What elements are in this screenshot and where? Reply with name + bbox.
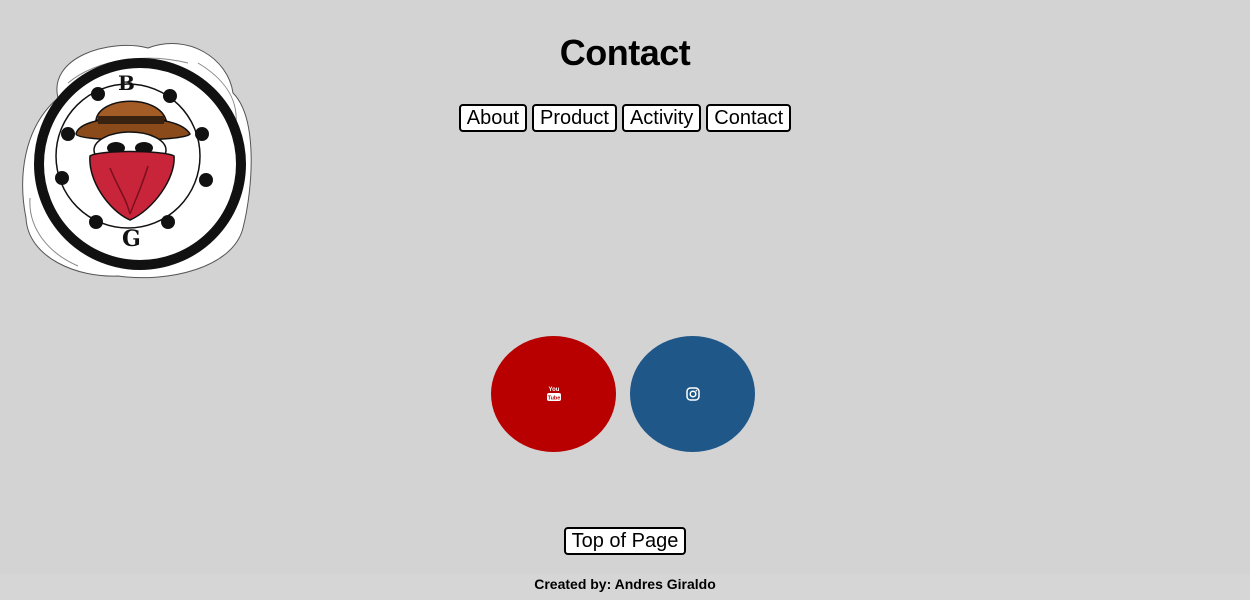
top-button-wrap: Top of Page — [0, 527, 1250, 555]
svg-text:G: G — [122, 226, 141, 252]
page: B G Contact About Product Activity Conta… — [0, 0, 1250, 600]
main-nav: About Product Activity Contact — [0, 104, 1250, 132]
page-title: Contact — [559, 32, 691, 73]
svg-text:You: You — [548, 387, 559, 393]
svg-text:Tube: Tube — [547, 396, 560, 402]
youtube-link[interactable]: You Tube — [491, 336, 616, 452]
top-of-page-button[interactable]: Top of Page — [563, 527, 687, 555]
instagram-link[interactable] — [630, 336, 755, 452]
nav-activity-button[interactable]: Activity — [621, 104, 702, 132]
logo: B G — [18, 38, 263, 280]
bandit-skull-logo-icon: B G — [22, 43, 252, 279]
nav-contact-button[interactable]: Contact — [706, 104, 792, 132]
youtube-icon: You Tube — [546, 387, 561, 402]
footer-credit: Created by: Andres Giraldo — [534, 576, 716, 592]
nav-about-button[interactable]: About — [458, 104, 528, 132]
footer: Created by: Andres Giraldo — [0, 574, 1250, 600]
instagram-icon — [685, 387, 700, 401]
nav-product-button[interactable]: Product — [532, 104, 617, 132]
svg-text:B: B — [118, 71, 135, 95]
social-links: You Tube — [0, 336, 1248, 452]
